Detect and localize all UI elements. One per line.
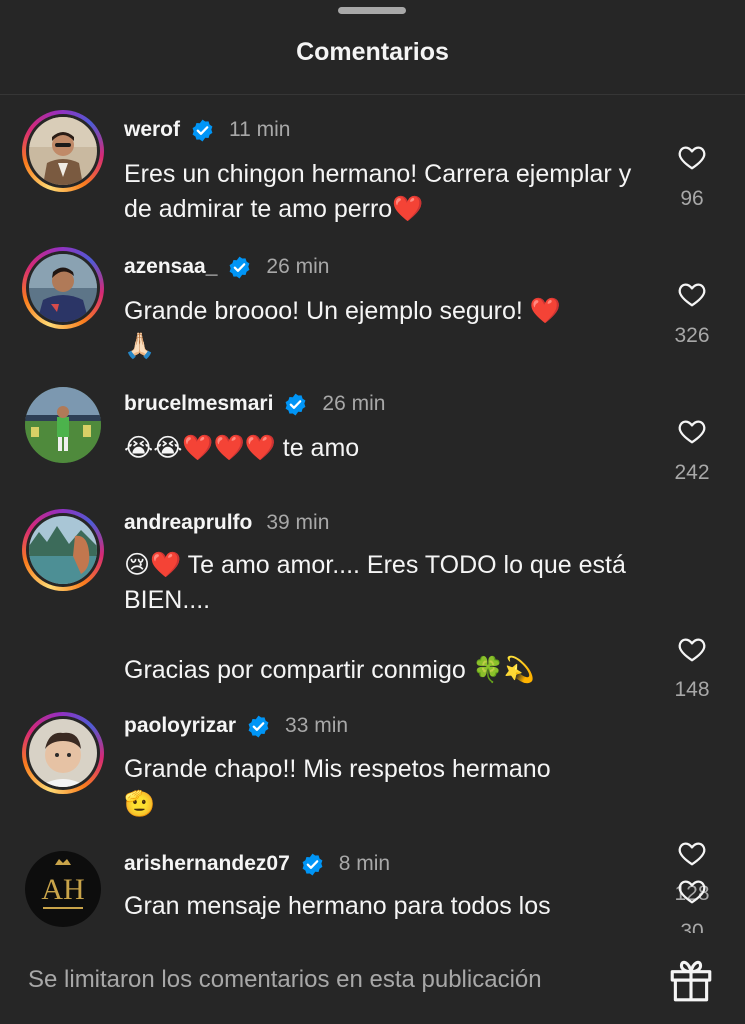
comment-text: 😢❤️ Te amo amor.... Eres TODO lo que est… [124, 551, 626, 684]
heart-icon[interactable] [676, 876, 708, 906]
comment-time: 26 min [266, 255, 330, 278]
avatar[interactable] [25, 387, 101, 463]
like-count: 326 [674, 324, 710, 347]
like-count: 148 [674, 678, 710, 701]
heart-icon[interactable] [676, 279, 708, 309]
story-ring[interactable] [22, 247, 104, 329]
comment-text: Grande broooo! Un ejemplo seguro! ❤️ 🙏🏻 [124, 297, 561, 360]
story-ring[interactable] [22, 509, 104, 591]
like-count: 30 [680, 920, 704, 933]
heart-icon[interactable] [676, 416, 708, 446]
sheet-drag-handle[interactable] [338, 7, 406, 14]
avatar[interactable] [29, 117, 97, 185]
verified-badge-icon [230, 256, 250, 278]
comment-text: Gran mensaje hermano para todos los [124, 892, 551, 920]
comment-time: 8 min [338, 852, 391, 875]
like-count: 242 [674, 461, 710, 484]
heart-icon[interactable] [676, 838, 708, 868]
comment-time: 26 min [322, 392, 386, 415]
comments-sheet: Comentarios werof 11 min Eres un chingon… [0, 0, 745, 1024]
avatar[interactable] [29, 254, 97, 322]
verified-badge-icon [286, 393, 306, 415]
gift-icon[interactable] [666, 955, 716, 1005]
comment-time: 39 min [266, 511, 330, 534]
comment-time: 33 min [285, 714, 349, 737]
story-ring[interactable] [22, 110, 104, 192]
comment-username[interactable]: brucelmesmari [124, 392, 273, 416]
comments-footer: Se limitaron los comentarios en esta pub… [0, 933, 745, 1024]
like-count: 96 [680, 187, 704, 210]
comment-text: Grande chapo!! Mis respetos hermano 🫡 [124, 755, 551, 818]
avatar-frame [22, 384, 104, 466]
avatar[interactable] [29, 719, 97, 787]
comment-username[interactable]: werof [124, 118, 180, 142]
comments-limited-notice: Se limitaron los comentarios en esta pub… [28, 966, 542, 993]
avatar[interactable]: AH [25, 851, 101, 927]
avatar[interactable] [29, 516, 97, 584]
comment-text: Eres un chingon hermano! Carrera ejempla… [124, 160, 639, 223]
comment-username[interactable]: azensaa_ [124, 255, 217, 279]
comment-text: 😭😭❤️❤️❤️ te amo [124, 434, 360, 462]
heart-icon[interactable] [676, 634, 708, 664]
verified-badge-icon [192, 119, 213, 141]
comment-username[interactable]: arishernandez07 [124, 852, 290, 876]
comments-list[interactable]: werof 11 min Eres un chingon hermano! Ca… [0, 95, 745, 933]
svg-text:AH: AH [41, 873, 84, 906]
heart-icon[interactable] [676, 142, 708, 172]
sheet-title: Comentarios [296, 38, 449, 66]
verified-badge-icon [302, 853, 323, 875]
comment-time: 11 min [229, 118, 291, 141]
comment-username[interactable]: andreaprulfo [124, 511, 252, 535]
avatar-frame: AH [22, 848, 104, 930]
story-ring[interactable] [22, 712, 104, 794]
comment-username[interactable]: paoloyrizar [124, 714, 236, 738]
verified-badge-icon [248, 715, 269, 737]
